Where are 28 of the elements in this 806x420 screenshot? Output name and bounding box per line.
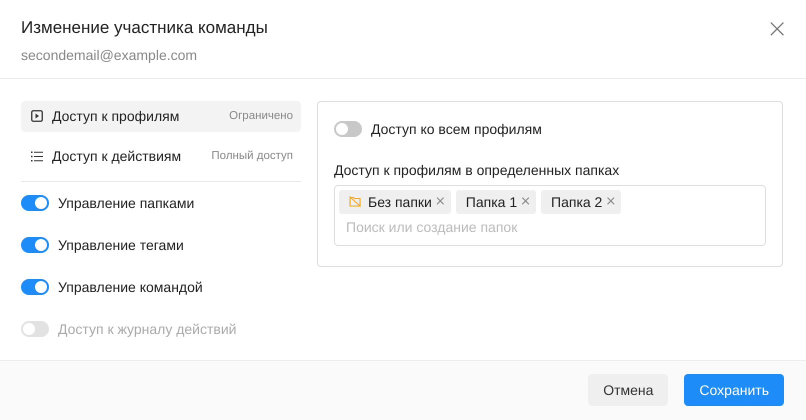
save-button[interactable]: Сохранить: [684, 374, 784, 406]
toggle-switch[interactable]: [21, 236, 49, 253]
toggle-switch[interactable]: [21, 194, 49, 211]
dialog-title: Изменение участника команды: [21, 18, 268, 38]
sidebar-item[interactable]: Доступ к действиям Полный доступ: [21, 140, 301, 172]
tag-label: Папка 1: [466, 194, 518, 210]
cancel-button[interactable]: Отмена: [588, 374, 668, 406]
toggle-label: Доступ ко всем профилям: [371, 120, 542, 137]
toggle-label: Управление папками: [58, 194, 194, 211]
tag-label: Папка 2: [551, 194, 602, 210]
toggle-label: Доступ к журналу действий: [58, 320, 236, 337]
tag-label: Без папки: [368, 194, 432, 210]
folder-search-input[interactable]: Поиск или создание папок: [339, 214, 753, 235]
play-icon: [31, 110, 43, 122]
toggle-label: Управление командой: [58, 278, 203, 295]
field-label: Доступ к профилям в определенных папках: [334, 162, 620, 178]
remove-tag-button[interactable]: ×: [605, 194, 616, 210]
list-icon: [31, 150, 43, 162]
toggle-switch[interactable]: [21, 278, 49, 295]
remove-tag-button[interactable]: ×: [434, 194, 446, 210]
toggle-label: Управление тегами: [58, 236, 184, 253]
crossed-folder-icon: [349, 196, 361, 208]
folder-select-field[interactable]: Без папки × Папка 1 × Папка 2 × Поиск или создание папок: [334, 184, 766, 246]
remove-tag-button[interactable]: ×: [520, 194, 532, 210]
member-email: secondemail@example.com: [21, 47, 198, 63]
sidebar-item[interactable]: Доступ к профилям Ограничено: [21, 100, 301, 132]
close-button[interactable]: ×: [766, 18, 788, 40]
toggle-switch[interactable]: [334, 120, 362, 137]
